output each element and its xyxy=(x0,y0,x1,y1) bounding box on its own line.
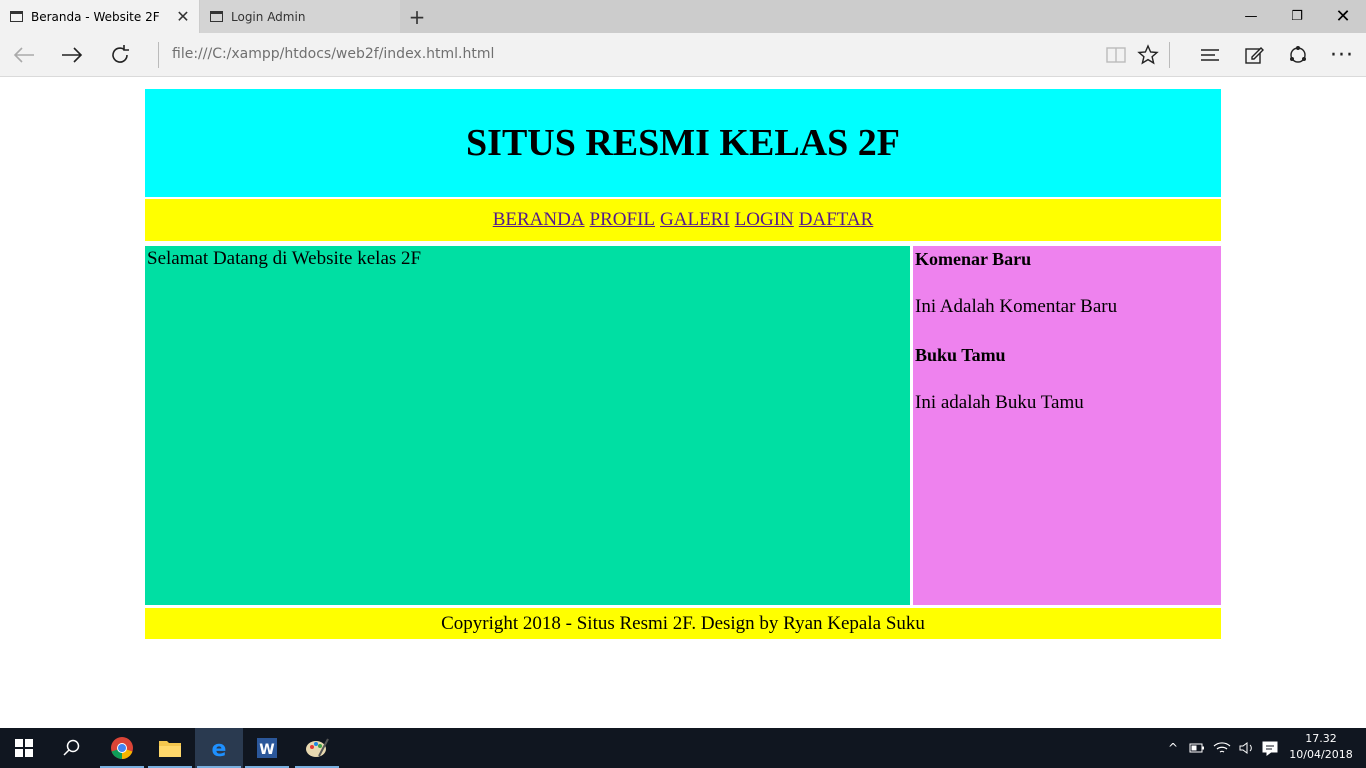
svg-text:W: W xyxy=(259,742,274,758)
menu-link-login[interactable]: LOGIN xyxy=(735,209,794,231)
menu-link-daftar[interactable]: DAFTAR xyxy=(799,209,874,231)
chrome-icon[interactable] xyxy=(98,728,146,768)
clock-date: 10/04/2018 xyxy=(1289,748,1353,761)
volume-icon[interactable] xyxy=(1236,728,1258,768)
new-tab-button[interactable]: + xyxy=(400,0,434,33)
menu-link-profil[interactable]: PROFIL xyxy=(590,209,655,231)
tab-label: Beranda - Website 2F xyxy=(31,9,160,24)
word-icon[interactable]: W xyxy=(243,728,291,768)
show-hidden-icons-icon[interactable]: ^ xyxy=(1162,728,1184,768)
star-icon[interactable] xyxy=(1124,33,1172,77)
file-explorer-icon[interactable] xyxy=(146,728,194,768)
menu-link-galeri[interactable]: GALERI xyxy=(660,209,730,231)
clock-time: 17.32 xyxy=(1305,732,1337,745)
page-icon xyxy=(10,11,23,22)
site-header: SITUS RESMI KELAS 2F xyxy=(145,89,1221,197)
sidebar-text-komentar: Ini Adalah Komentar Baru xyxy=(915,296,1118,317)
action-center-icon[interactable] xyxy=(1258,728,1282,768)
svg-text:e: e xyxy=(212,737,227,760)
wifi-icon[interactable] xyxy=(1210,728,1234,768)
toolbar-separator xyxy=(1169,42,1170,68)
tab-login-admin[interactable]: Login Admin xyxy=(200,0,400,33)
close-window-button[interactable]: ✕ xyxy=(1320,0,1366,33)
search-icon[interactable] xyxy=(48,728,96,768)
sidebar-heading-komentar: Komenar Baru xyxy=(915,249,1032,269)
close-tab-icon[interactable]: ✕ xyxy=(167,7,199,26)
tab-beranda[interactable]: Beranda - Website 2F ✕ xyxy=(0,0,199,33)
more-icon[interactable]: ··· xyxy=(1318,33,1366,77)
sidebar-text-buku-tamu: Ini adalah Buku Tamu xyxy=(915,392,1084,413)
site-footer: Copyright 2018 - Situs Resmi 2F. Design … xyxy=(145,608,1221,639)
site-title: SITUS RESMI KELAS 2F xyxy=(466,122,900,164)
footer-text: Copyright 2018 - Situs Resmi 2F. Design … xyxy=(441,612,925,634)
start-icon[interactable] xyxy=(0,728,48,768)
web-page: SITUS RESMI KELAS 2F BERANDA PROFIL GALE… xyxy=(0,78,1366,728)
sidebar: Komenar Baru Ini Adalah Komentar Baru Bu… xyxy=(913,246,1221,605)
tab-strip: Beranda - Website 2F ✕ Login Admin + — ❐… xyxy=(0,0,1366,33)
taskbar: e W ^ 17.32 10/04/2018 xyxy=(0,728,1366,768)
edge-icon[interactable]: e xyxy=(195,728,243,768)
back-arrow-icon[interactable] xyxy=(0,33,48,77)
sidebar-heading-buku-tamu: Buku Tamu xyxy=(915,345,1006,365)
taskbar-clock[interactable]: 17.32 10/04/2018 xyxy=(1284,731,1358,763)
refresh-icon[interactable] xyxy=(96,33,144,77)
forward-arrow-icon[interactable] xyxy=(48,33,96,77)
share-icon[interactable] xyxy=(1274,33,1322,77)
address-separator xyxy=(158,42,159,68)
web-note-icon[interactable] xyxy=(1230,33,1278,77)
menu-link-beranda[interactable]: BERANDA xyxy=(493,209,585,231)
tab-label: Login Admin xyxy=(231,9,306,24)
address-bar[interactable]: file:///C:/xampp/htdocs/web2f/index.html… xyxy=(172,46,494,62)
navigation-bar: file:///C:/xampp/htdocs/web2f/index.html… xyxy=(0,33,1366,77)
minimize-button[interactable]: — xyxy=(1228,0,1274,33)
page-icon xyxy=(210,11,223,22)
battery-icon[interactable] xyxy=(1186,728,1208,768)
restore-button[interactable]: ❐ xyxy=(1274,0,1320,33)
paint-icon[interactable] xyxy=(293,728,341,768)
site-menu: BERANDA PROFIL GALERI LOGIN DAFTAR xyxy=(145,199,1221,241)
hub-icon[interactable] xyxy=(1186,33,1234,77)
main-content: Selamat Datang di Website kelas 2F xyxy=(145,246,910,605)
welcome-text: Selamat Datang di Website kelas 2F xyxy=(147,248,422,269)
